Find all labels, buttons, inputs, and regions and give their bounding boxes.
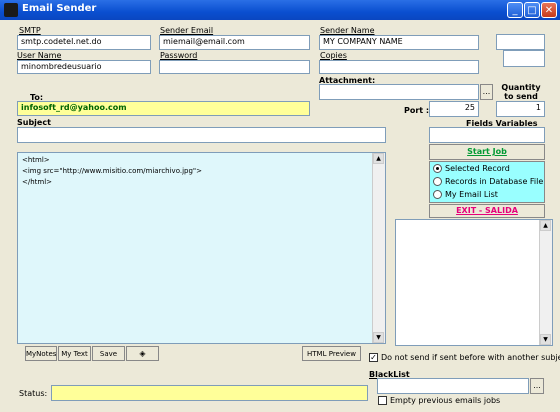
message-body-text: <html> <img src="http://www.misitio.com/… [22, 156, 202, 186]
window-title: Email Sender [22, 3, 97, 14]
smtp-input[interactable]: smtp.codetel.net.do [17, 35, 151, 50]
close-button[interactable]: ✕ [541, 2, 557, 18]
quantity-label: Quantity to send [501, 83, 541, 101]
email-sender-window: Email Sender _ □ ✕ SMTP smtp.codetel.net… [0, 0, 560, 412]
message-body-editor[interactable]: <html> <img src="http://www.misitio.com/… [17, 152, 386, 344]
blacklist-input[interactable] [377, 378, 529, 394]
log-scrollbar[interactable]: ▲ ▼ [539, 220, 552, 345]
subject-input[interactable] [17, 127, 386, 143]
option-label: My Email List [445, 190, 498, 199]
print-button[interactable]: ◈ [126, 346, 159, 361]
blacklist-browse-button[interactable]: ... [530, 378, 544, 394]
my-notes-button[interactable]: MyNotes [25, 346, 57, 361]
scroll-up-icon[interactable]: ▲ [373, 153, 384, 164]
sender-name-label: Sender Name [320, 26, 375, 35]
radio-unselected-icon [433, 190, 442, 199]
port-label: Port : [404, 106, 430, 115]
radio-selected-icon [433, 164, 442, 173]
status-label: Status: [19, 389, 48, 398]
password-input[interactable] [159, 60, 310, 74]
body-scrollbar[interactable]: ▲ ▼ [372, 153, 385, 343]
status-field [51, 385, 368, 401]
exit-button[interactable]: EXIT - SALIDA [429, 204, 545, 218]
user-name-label: User Name [17, 51, 62, 60]
extra-field-1[interactable] [496, 34, 545, 50]
option-selected-record[interactable]: Selected Record [433, 164, 510, 173]
sender-email-label: Sender Email [160, 26, 214, 35]
empty-previous-label: Empty previous emails jobs [390, 396, 501, 405]
app-icon [4, 3, 18, 17]
fields-variables-input[interactable] [429, 127, 545, 143]
radio-unselected-icon [433, 177, 442, 186]
option-label: Selected Record [445, 164, 510, 173]
extra-field-2[interactable] [503, 50, 545, 67]
user-name-input[interactable]: minombredeusuario [17, 60, 151, 74]
empty-previous-checkbox[interactable] [378, 396, 387, 405]
option-label: Records in Database File [445, 177, 544, 186]
do-not-send-label: Do not send if sent before with another … [381, 353, 560, 362]
copies-input[interactable] [319, 60, 479, 74]
port-input[interactable]: 25 [429, 101, 479, 117]
start-job-button[interactable]: Start Job [429, 144, 545, 160]
print-icon: ◈ [139, 349, 146, 358]
password-label: Password [160, 51, 198, 60]
minimize-button[interactable]: _ [507, 2, 523, 18]
subject-label: Subject [17, 118, 51, 127]
title-bar[interactable]: Email Sender _ □ ✕ [0, 0, 560, 20]
smtp-label: SMTP [19, 26, 41, 35]
attachment-input[interactable] [319, 84, 479, 100]
my-text-button[interactable]: My Text [58, 346, 91, 361]
html-preview-button[interactable]: HTML Preview [302, 346, 361, 361]
record-source-group: Selected Record Records in Database File… [429, 161, 545, 203]
copies-label: Copies [320, 51, 347, 60]
save-button[interactable]: Save [92, 346, 125, 361]
do-not-send-checkbox[interactable]: ✓ [369, 353, 378, 362]
sender-email-input[interactable]: miemail@email.com [159, 35, 310, 50]
option-records-database[interactable]: Records in Database File [433, 177, 543, 186]
log-list[interactable]: ▲ ▼ [395, 219, 553, 346]
option-my-email-list[interactable]: My Email List [433, 190, 498, 199]
to-input[interactable]: infosoft_rd@yahoo.com [17, 101, 310, 116]
scroll-down-icon[interactable]: ▼ [373, 332, 384, 343]
attachment-browse-button[interactable]: ... [480, 84, 493, 100]
scroll-up-icon[interactable]: ▲ [540, 220, 551, 231]
sender-name-input[interactable]: MY COMPANY NAME [319, 35, 479, 50]
maximize-button[interactable]: □ [524, 2, 540, 18]
scroll-down-icon[interactable]: ▼ [540, 334, 551, 345]
quantity-input[interactable]: 1 [496, 101, 545, 117]
